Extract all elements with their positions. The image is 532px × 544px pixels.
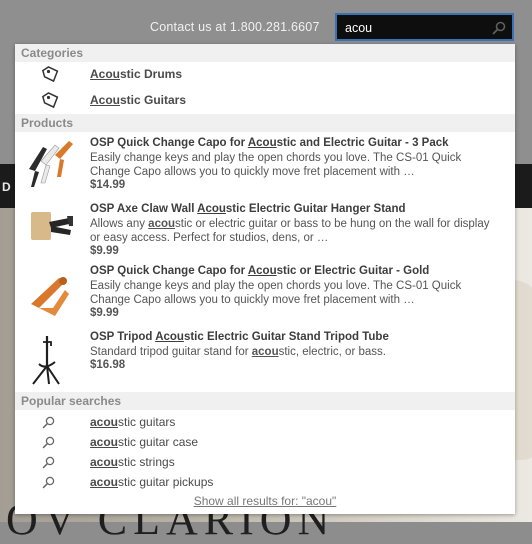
product-description: Easily change keys and play the open cho…: [90, 152, 462, 178]
category-label: Acoustic Guitars: [90, 93, 187, 107]
product-price: $14.99: [90, 179, 126, 191]
category-suggestion[interactable]: Acoustic Guitars: [15, 88, 515, 112]
product-description: Allows any acoustic or electric guitar o…: [90, 218, 490, 244]
tag-icon: [42, 92, 59, 109]
search-icon: [42, 476, 55, 489]
category-label: Acoustic Drums: [90, 67, 183, 81]
popular-search-label: acoustic guitar case: [90, 435, 199, 449]
search-box[interactable]: [335, 13, 514, 41]
product-price: $9.99: [90, 245, 119, 257]
product-description: Easily change keys and play the open cho…: [90, 280, 462, 306]
popular-searches-section-header: Popular searches: [15, 392, 515, 410]
section-title: Categories: [21, 46, 84, 60]
popular-search-label: acoustic strings: [90, 455, 175, 469]
popular-search-suggestion[interactable]: acoustic guitar pickups: [15, 472, 515, 492]
search-input[interactable]: [345, 20, 485, 36]
nav-item-fragment[interactable]: D: [2, 180, 11, 194]
popular-search-suggestion[interactable]: acoustic guitar case: [15, 432, 515, 452]
product-suggestion[interactable]: OSP Quick Change Capo for Acoustic or El…: [15, 262, 515, 326]
product-suggestion[interactable]: OSP Axe Claw Wall Acoustic Electric Guit…: [15, 200, 515, 262]
popular-search-label: acoustic guitar pickups: [90, 475, 214, 489]
search-icon: [42, 436, 55, 449]
popular-search-suggestion[interactable]: acoustic strings: [15, 452, 515, 472]
section-title: Products: [21, 116, 74, 130]
categories-section-header: Categories: [15, 44, 515, 62]
category-suggestion[interactable]: Acoustic Drums: [15, 62, 515, 86]
search-icon: [42, 456, 55, 469]
product-title: OSP Tripod Acoustic Electric Guitar Stan…: [90, 331, 389, 343]
wall-hanger-image: [31, 212, 73, 240]
product-title: OSP Axe Claw Wall Acoustic Electric Guit…: [90, 203, 406, 215]
tag-icon: [42, 66, 59, 83]
product-description: Standard tripod guitar stand for acousti…: [90, 346, 386, 358]
product-title: OSP Quick Change Capo for Acoustic or El…: [90, 265, 430, 277]
contact-phone-link[interactable]: Contact us at 1.800.281.6607: [150, 20, 320, 34]
product-price: $9.99: [90, 307, 119, 319]
product-suggestion[interactable]: OSP Tripod Acoustic Electric Guitar Stan…: [15, 328, 515, 390]
popular-search-label: acoustic guitars: [90, 415, 176, 429]
capo-3-pack-image: [29, 141, 73, 187]
tripod-stand-image: [32, 336, 60, 385]
gold-capo-image: [31, 277, 69, 316]
products-section-header: Products: [15, 114, 515, 132]
product-price: $16.98: [90, 359, 126, 371]
section-title: Popular searches: [21, 394, 122, 408]
search-icon[interactable]: [492, 21, 506, 35]
product-suggestion[interactable]: OSP Quick Change Capo for Acoustic and E…: [15, 134, 515, 198]
show-all-results-link[interactable]: Show all results for: "acou": [15, 494, 515, 508]
popular-search-suggestion[interactable]: acoustic guitars: [15, 412, 515, 432]
search-suggestions-dropdown: Categories Acoustic Drums Acoustic Guita…: [15, 44, 515, 514]
search-icon: [42, 416, 55, 429]
product-title: OSP Quick Change Capo for Acoustic and E…: [90, 137, 449, 149]
